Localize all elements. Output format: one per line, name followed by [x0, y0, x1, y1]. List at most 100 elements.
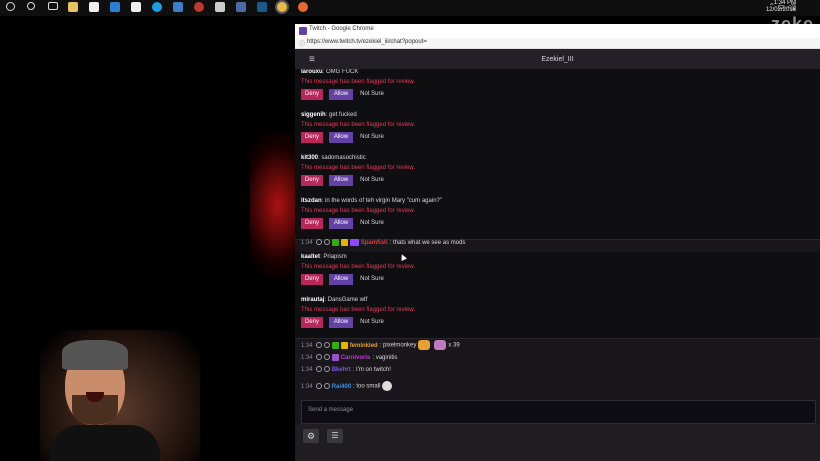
flagged-message-text: sadomasochistic — [321, 155, 366, 161]
deny-button[interactable]: Deny — [301, 218, 323, 229]
url-text[interactable]: https://www.twitch.tv/ezekiel_iii/chat?p… — [307, 39, 427, 45]
not-sure-button[interactable]: Not Sure — [357, 317, 387, 328]
allow-button[interactable]: Allow — [329, 175, 353, 186]
ban-icon[interactable] — [315, 383, 322, 389]
message-username[interactable]: Spamfish — [361, 240, 388, 246]
webcam-beanie — [62, 340, 128, 370]
windows-taskbar: ⌃ ▭ ◁) 1:34 PM 12/02/2016 — [0, 0, 820, 16]
ban-icon[interactable] — [315, 366, 322, 373]
chrome-icon[interactable] — [277, 2, 287, 12]
flagged-username[interactable]: kaaltet — [301, 254, 320, 260]
chat-message: 1:34 Rai400: too small — [301, 381, 394, 392]
timeout-icon[interactable] — [323, 239, 330, 246]
skype-icon[interactable] — [152, 2, 162, 12]
flagged-message-text: DansGame wtf — [327, 297, 368, 303]
deny-button[interactable]: Deny — [301, 175, 323, 186]
flagged-username[interactable]: kit300 — [301, 155, 318, 161]
emote-icon — [418, 340, 431, 350]
timeout-icon[interactable] — [323, 383, 330, 389]
not-sure-button[interactable]: Not Sure — [357, 132, 387, 143]
subscriber-badge-icon — [331, 353, 339, 361]
allow-button[interactable]: Allow — [329, 89, 353, 100]
chat-input-placeholder: Send a message — [308, 407, 354, 413]
deny-button[interactable]: Deny — [301, 274, 323, 285]
app2-icon[interactable] — [215, 2, 225, 12]
allow-button[interactable]: Allow — [329, 218, 353, 229]
flag-notice: This message has been flagged for review… — [301, 122, 416, 128]
message-username[interactable]: feminkied — [350, 343, 378, 349]
timeout-icon[interactable] — [323, 342, 330, 348]
flagged-message-text: OMG FUCK — [326, 69, 359, 75]
power-icon[interactable] — [6, 2, 15, 11]
app3-icon[interactable] — [236, 2, 246, 12]
chat-input[interactable]: Send a message — [301, 400, 816, 424]
flagged-message: mirautaj: DansGame wtf This message has b… — [295, 295, 820, 339]
flag-notice: This message has been flagged for review… — [301, 208, 416, 214]
flagged-message: siggenih: get fucked This message has bee… — [295, 110, 820, 154]
firefox-icon[interactable] — [298, 2, 308, 12]
message-timestamp: 1:34 — [301, 342, 313, 349]
flagged-username[interactable]: itszdan — [301, 198, 322, 204]
viewer-list-button[interactable]: ☰ — [327, 429, 343, 443]
list-icon: ☰ — [331, 431, 339, 440]
deny-button[interactable]: Deny — [301, 317, 323, 328]
webcam-shirt — [50, 425, 160, 461]
deny-button[interactable]: Deny — [301, 89, 323, 100]
info-icon[interactable]: ⓘ — [299, 39, 305, 48]
flagged-username[interactable]: siggenih — [301, 112, 326, 118]
allow-button[interactable]: Allow — [329, 274, 353, 285]
store-icon[interactable] — [89, 2, 99, 12]
flagged-message: larouxu: OMG FUCK This message has been f… — [295, 69, 820, 111]
flagged-message-line: larouxu: OMG FUCK — [301, 69, 359, 75]
message-username[interactable]: Rai400 — [332, 384, 351, 390]
window-title-bar[interactable]: Twitch - Google Chrome — [295, 24, 820, 38]
flagged-message-text: get fucked — [329, 112, 357, 118]
flagged-message-line: kaaltet: Priapism — [301, 254, 347, 260]
game-icon[interactable] — [194, 2, 204, 12]
flagged-username[interactable]: larouxu — [301, 69, 323, 75]
chat-log[interactable]: larouxu: OMG FUCK This message has been f… — [295, 69, 820, 399]
chat-message: 1:34 Spamfish: thats what we see as mods — [301, 238, 466, 246]
emote-icon — [434, 340, 447, 350]
message-text: I'm on twitch! — [356, 367, 391, 373]
not-sure-button[interactable]: Not Sure — [357, 218, 387, 229]
settings-button[interactable]: ⚙ — [303, 429, 319, 443]
flag-notice: This message has been flagged for review… — [301, 307, 416, 313]
chat-message: 1:34 Carnivoris: vaginitis — [301, 353, 398, 361]
search-icon[interactable] — [27, 2, 35, 10]
subscriber-badge-icon — [340, 341, 348, 349]
subscriber-badge-icon — [340, 238, 348, 246]
allow-button[interactable]: Allow — [329, 132, 353, 143]
not-sure-button[interactable]: Not Sure — [357, 89, 387, 100]
address-bar[interactable]: ⓘ https://www.twitch.tv/ezekiel_iii/chat… — [295, 38, 820, 49]
flagged-message: kit300: sadomasochistic This message has … — [295, 153, 820, 197]
message-username[interactable]: Carnivoris — [341, 355, 371, 361]
flagged-message-line: siggenih: get fucked — [301, 112, 357, 118]
not-sure-button[interactable]: Not Sure — [357, 274, 387, 285]
flag-notice: This message has been flagged for review… — [301, 79, 416, 85]
steam-icon[interactable] — [257, 2, 267, 12]
file-explorer-icon[interactable] — [68, 2, 78, 12]
mail-icon[interactable] — [110, 2, 120, 12]
task-view-icon[interactable] — [48, 2, 58, 10]
flagged-message-line: kit300: sadomasochistic — [301, 155, 366, 161]
flagged-message-line: mirautaj: DansGame wtf — [301, 297, 368, 303]
timeout-icon[interactable] — [323, 366, 330, 373]
allow-button[interactable]: Allow — [329, 317, 353, 328]
ban-icon[interactable] — [315, 354, 322, 361]
not-sure-button[interactable]: Not Sure — [357, 175, 387, 186]
flagged-username[interactable]: mirautaj — [301, 297, 324, 303]
ban-icon[interactable] — [315, 239, 322, 246]
flag-notice: This message has been flagged for review… — [301, 264, 416, 270]
deny-button[interactable]: Deny — [301, 132, 323, 143]
message-username[interactable]: Bkehrt — [332, 367, 351, 373]
flagged-message-text: Priapism — [323, 254, 347, 260]
document-icon[interactable] — [131, 2, 141, 12]
chat-footer: ⚙ ☰ — [295, 424, 820, 461]
app-icon[interactable] — [173, 2, 183, 12]
ban-icon[interactable] — [315, 342, 322, 348]
window-title: Twitch - Google Chrome — [309, 26, 374, 32]
message-timestamp: 1:34 — [301, 355, 313, 361]
prime-badge-icon — [349, 238, 359, 246]
timeout-icon[interactable] — [323, 354, 330, 361]
